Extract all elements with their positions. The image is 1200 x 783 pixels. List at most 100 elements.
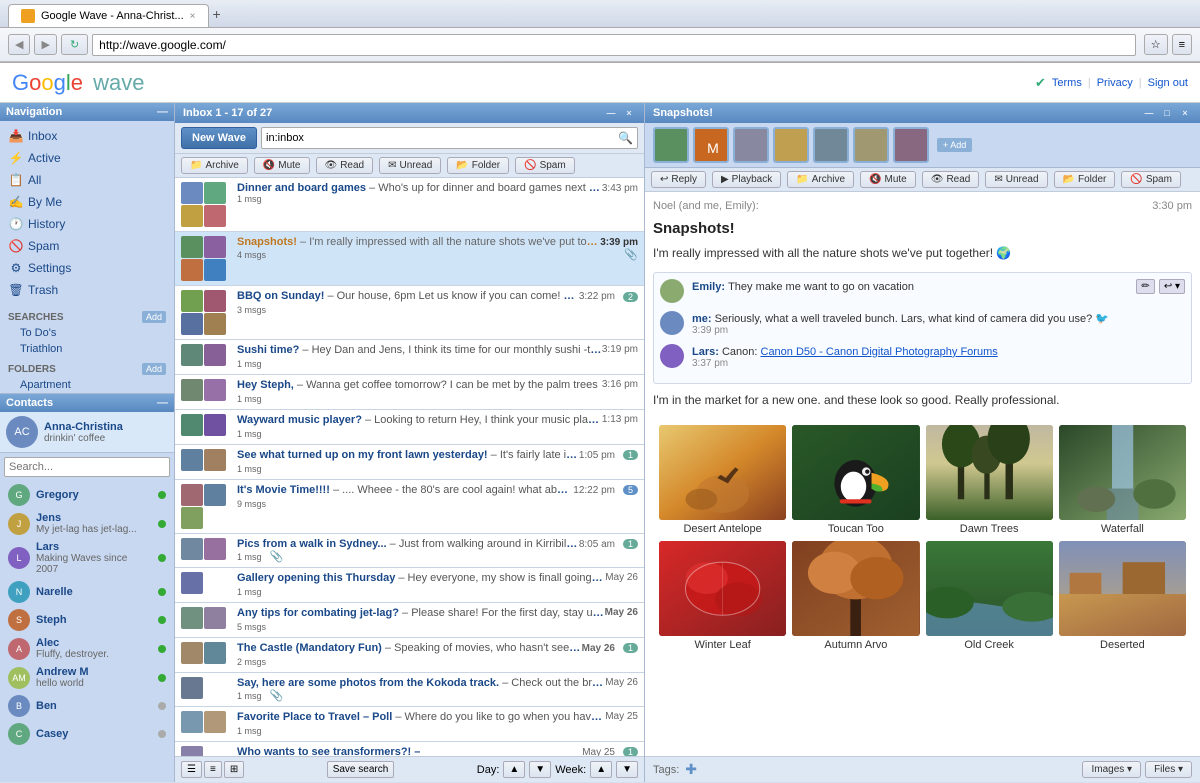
wave-item[interactable]: Hey Steph, – Wanna get coffee tomorrow? … [175, 375, 644, 410]
day-prev-btn[interactable]: ▲ [503, 761, 525, 778]
photo-item-waterfall[interactable]: Waterfall [1059, 425, 1186, 535]
wave-avatar [181, 642, 203, 664]
address-bar[interactable] [92, 34, 1136, 56]
compact-view-btn[interactable]: ≡ [204, 761, 222, 778]
contact-item-casey[interactable]: C Casey [0, 720, 174, 748]
wave-item[interactable]: Snapshots! – I'm really impressed with a… [175, 232, 644, 286]
folder-button[interactable]: 📂 Folder [447, 157, 509, 174]
wave-close-btn[interactable]: × [1178, 106, 1192, 120]
bookmark-button[interactable]: ☆ [1144, 34, 1168, 55]
back-button[interactable]: ◀ [8, 34, 30, 55]
photo-item-deserted[interactable]: Deserted [1059, 541, 1186, 651]
wave-item[interactable]: Any tips for combating jet-lag? – Please… [175, 603, 644, 638]
photo-item-autumn[interactable]: Autumn Arvo [792, 541, 919, 651]
files-button[interactable]: Files ▾ [1145, 761, 1192, 778]
nav-item-trash[interactable]: 🗑 Trash [0, 279, 174, 301]
signout-link[interactable]: Sign out [1148, 77, 1188, 89]
wave-read-button[interactable]: 👁 Read [922, 171, 980, 188]
add-tag-button[interactable]: ✚ [685, 761, 697, 778]
read-button[interactable]: 👁 Read [316, 157, 374, 174]
nav-item-all[interactable]: 📋 All [0, 169, 174, 191]
wave-item[interactable]: The Castle (Mandatory Fun) – Speaking of… [175, 638, 644, 673]
images-button[interactable]: Images ▾ [1082, 761, 1141, 778]
refresh-button[interactable]: ↻ [61, 34, 88, 55]
inbox-minimize-btn[interactable]: — [604, 106, 618, 120]
wave-item[interactable]: It's Movie Time!!!! – .... Wheee - the 8… [175, 480, 644, 534]
wave-item[interactable]: Wayward music player? – Looking to retur… [175, 410, 644, 445]
wave-item[interactable]: Sushi time? – Hey Dan and Jens, I think … [175, 340, 644, 375]
add-search-button[interactable]: Add [142, 311, 166, 323]
week-prev-btn[interactable]: ▲ [590, 761, 612, 778]
privacy-link[interactable]: Privacy [1097, 77, 1133, 89]
wave-mute-button[interactable]: 🔇 Mute [860, 171, 916, 188]
wave-item[interactable]: Pics from a walk in Sydney... – Just fro… [175, 534, 644, 568]
terms-link[interactable]: Terms [1052, 77, 1082, 89]
add-folder-button[interactable]: Add [142, 363, 166, 375]
photo-item-toucan[interactable]: Toucan Too [792, 425, 919, 535]
contact-item-gregory[interactable]: G Gregory [0, 481, 174, 509]
edit-btn[interactable]: ✏ [1136, 279, 1154, 294]
wave-item[interactable]: Favorite Place to Travel – Poll – Where … [175, 707, 644, 742]
contact-item-jens[interactable]: J Jens My jet-lag has jet-lag... [0, 509, 174, 538]
contact-search-input[interactable] [4, 457, 170, 477]
contact-item-lars[interactable]: L Lars Making Waves since 2007 [0, 538, 174, 578]
wave-spam-button[interactable]: 🚫 Spam [1121, 171, 1181, 188]
reply-msg-btn[interactable]: ↩ ▾ [1159, 279, 1185, 294]
add-participant-button[interactable]: + Add [937, 138, 972, 152]
wave-folder-button[interactable]: 📂 Folder [1054, 171, 1116, 188]
folder-item-apartment[interactable]: Apartment [0, 377, 174, 393]
grid-view-btn[interactable]: ⊞ [224, 761, 244, 778]
photo-item-leaf[interactable]: Winter Leaf [659, 541, 786, 651]
reply-button[interactable]: ↩ Reply [651, 171, 706, 188]
archive-button[interactable]: 📁 Archive [181, 157, 248, 174]
wave-unread-button[interactable]: ✉ Unread [985, 171, 1047, 188]
wave-item[interactable]: BBQ on Sunday! – Our house, 6pm Let us k… [175, 286, 644, 340]
wave-item[interactable]: Who wants to see transformers?! – May 25… [175, 742, 644, 756]
wave-item[interactable]: Gallery opening this Thursday – Hey ever… [175, 568, 644, 603]
contact-item-andrewm[interactable]: AM Andrew M hello world [0, 663, 174, 692]
wave-count: 1 msg [237, 194, 262, 204]
nav-item-byme[interactable]: ✍ By Me [0, 191, 174, 213]
search-item-todos[interactable]: To Do's [0, 325, 174, 341]
inbox-close-btn[interactable]: × [622, 106, 636, 120]
menu-button[interactable]: ≡ [1172, 34, 1192, 55]
new-tab-button[interactable]: + [213, 6, 221, 22]
search-item-triathlon[interactable]: Triathlon [0, 341, 174, 357]
search-submit-icon[interactable]: 🔍 [618, 131, 633, 145]
contacts-minimize-btn[interactable]: — [157, 397, 168, 409]
contact-item-steph[interactable]: S Steph [0, 606, 174, 634]
nav-item-active[interactable]: ⚡ Active [0, 147, 174, 169]
forward-button[interactable]: ▶ [34, 34, 56, 55]
wave-item[interactable]: Dinner and board games – Who's up for di… [175, 178, 644, 232]
photo-item-creek[interactable]: Old Creek [926, 541, 1053, 651]
nav-item-settings[interactable]: ⚙ Settings [0, 257, 174, 279]
photo-item-trees[interactable]: Dawn Trees [926, 425, 1053, 535]
wave-item[interactable]: See what turned up on my front lawn yest… [175, 445, 644, 480]
nav-item-history[interactable]: 🕐 History [0, 213, 174, 235]
wave-resize-btn[interactable]: □ [1160, 106, 1174, 120]
spam-button[interactable]: 🚫 Spam [515, 157, 575, 174]
contact-item-alec[interactable]: A Alec Fluffy, destroyer. [0, 634, 174, 663]
inbox-search-input[interactable] [266, 128, 618, 148]
canon-link[interactable]: Canon D50 - Canon Digital Photography Fo… [761, 346, 998, 358]
wave-minimize-btn[interactable]: — [1142, 106, 1156, 120]
tab-close-btn[interactable]: × [190, 11, 196, 22]
nav-item-inbox[interactable]: 📥 Inbox [0, 125, 174, 147]
list-view-btn[interactable]: ☰ [181, 761, 202, 778]
wave-archive-button[interactable]: 📁 Archive [787, 171, 854, 188]
contact-item-ben[interactable]: B Ben [0, 692, 174, 720]
nav-item-spam[interactable]: 🚫 Spam [0, 235, 174, 257]
contact-item-narelle[interactable]: N Narelle [0, 578, 174, 606]
day-next-btn[interactable]: ▼ [529, 761, 551, 778]
browser-tab[interactable]: Google Wave - Anna-Christ... × [8, 4, 209, 27]
contact-avatar: L [8, 547, 30, 569]
nav-minimize-btn[interactable]: — [157, 106, 168, 118]
new-wave-button[interactable]: New Wave [181, 127, 257, 149]
wave-item[interactable]: Say, here are some photos from the Kokod… [175, 673, 644, 707]
save-search-button[interactable]: Save search [327, 761, 395, 778]
unread-button[interactable]: ✉ Unread [379, 157, 441, 174]
photo-item-desert[interactable]: Desert Antelope [659, 425, 786, 535]
week-next-btn[interactable]: ▼ [616, 761, 638, 778]
playback-button[interactable]: ▶ Playback [712, 171, 781, 188]
mute-button[interactable]: 🔇 Mute [254, 157, 310, 174]
